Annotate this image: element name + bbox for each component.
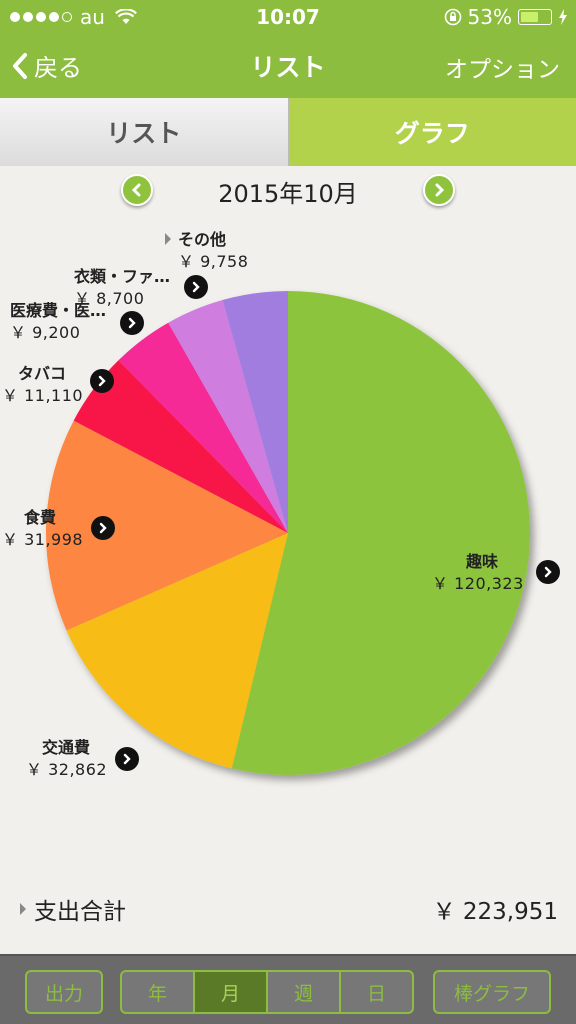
period-selector: 年 月 週 日 [120, 970, 414, 1014]
chevron-right-icon [435, 183, 445, 197]
next-month-button[interactable] [423, 174, 455, 206]
slice-label-amount: ￥ 120,323 [432, 574, 524, 593]
period-day-button[interactable]: 日 [341, 972, 412, 1012]
slice-label-name: 衣類・ファ… [74, 267, 171, 286]
option-button[interactable]: オプション [445, 50, 560, 84]
period-year-button[interactable]: 年 [122, 972, 195, 1012]
slice-label-amount: ￥ 9,758 [178, 252, 249, 271]
total-label: 支出合計 [34, 899, 126, 925]
rotation-lock-icon [444, 8, 461, 26]
view-segmented-control: リスト グラフ [0, 98, 576, 166]
period-week-button[interactable]: 週 [268, 972, 341, 1012]
chevron-right-icon[interactable] [90, 369, 114, 393]
slice-label: タバコ ￥ 11,110 [2, 363, 83, 407]
charging-icon [559, 9, 567, 25]
status-bar: au 10:07 53% [0, 0, 576, 34]
slice-label-name: タバコ [18, 364, 67, 383]
export-button[interactable]: 出力 [25, 970, 103, 1014]
chevron-right-icon[interactable] [184, 275, 208, 299]
tab-graph[interactable]: グラフ [288, 98, 576, 166]
slice-label-name: 趣味 [466, 552, 499, 571]
battery-icon [518, 9, 552, 25]
chevron-right-icon[interactable] [120, 311, 144, 335]
month-selector: 2015年10月 [0, 170, 576, 210]
current-month: 2015年10月 [218, 180, 358, 208]
bottom-toolbar: 出力 年 月 週 日 棒グラフ [0, 954, 576, 1024]
period-month-button[interactable]: 月 [195, 972, 268, 1012]
disclosure-triangle-icon [20, 903, 26, 915]
slice-label-name: その他 [178, 230, 227, 249]
slice-label-amount: ￥ 31,998 [2, 530, 84, 549]
bar-graph-button[interactable]: 棒グラフ [433, 970, 551, 1014]
chevron-right-icon[interactable] [115, 747, 139, 771]
slice-label: 趣味 ￥ 120,323 [432, 551, 524, 595]
disclosure-triangle-icon [165, 233, 171, 245]
slice-label: その他 ￥ 9,758 [178, 229, 248, 273]
slice-label-name: 食費 [24, 508, 57, 527]
slice-label: 食費 ￥ 31,998 [2, 507, 83, 551]
slice-label-amount: ￥ 32,862 [26, 760, 108, 779]
slice-label: 交通費 ￥ 32,862 [26, 737, 107, 781]
slice-label-amount: ￥ 8,700 [74, 289, 145, 308]
slice-label-amount: ￥ 9,200 [10, 323, 81, 342]
total-value: ￥ 223,951 [432, 899, 558, 925]
slice-label-amount: ￥ 11,110 [2, 386, 84, 405]
slice-label: 衣類・ファ… ￥ 8,700 [74, 266, 170, 310]
navigation-bar: 戻る リスト オプション [0, 34, 576, 98]
tab-list[interactable]: リスト [0, 98, 289, 166]
chevron-right-icon[interactable] [536, 560, 560, 584]
slice-label-name: 交通費 [42, 738, 91, 757]
chevron-right-icon[interactable] [91, 516, 115, 540]
expense-total[interactable]: 支出合計 ￥ 223,951 [0, 890, 576, 926]
battery-percent: 53% [467, 5, 512, 29]
